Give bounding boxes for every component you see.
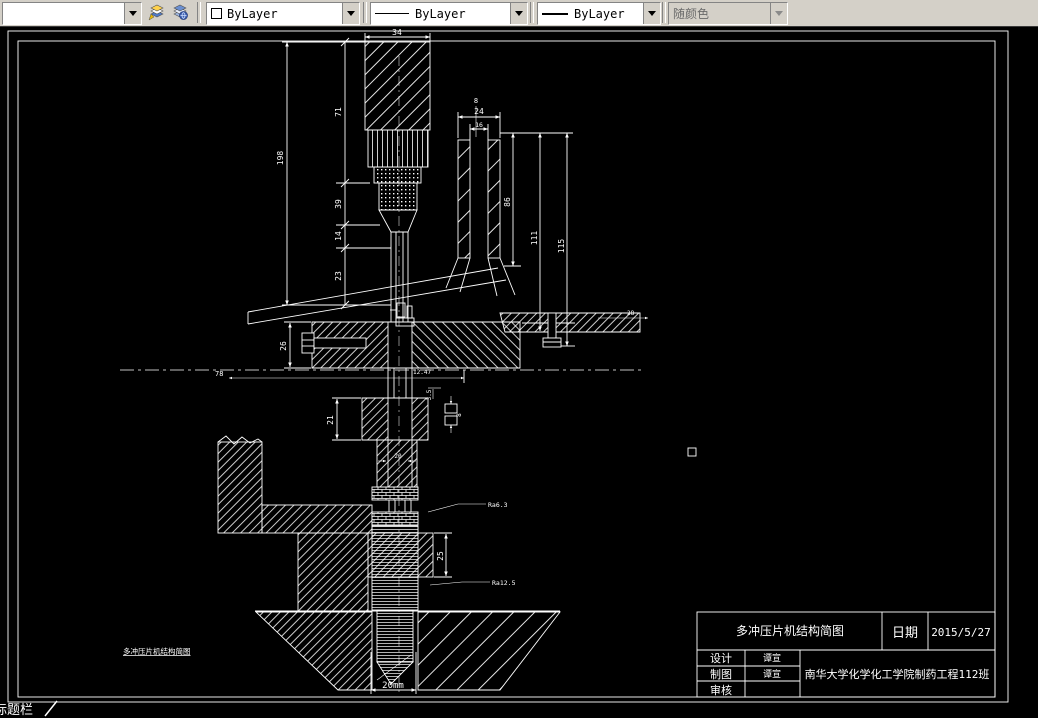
title-block-design-label: 设计 <box>710 652 732 665</box>
toolbar-separator <box>530 2 534 23</box>
layout-tab-slash <box>44 700 58 717</box>
lineweight-preview <box>542 12 568 15</box>
dim-label-8-small: 8 <box>456 413 463 417</box>
layer-dropdown-arrow[interactable] <box>124 3 141 24</box>
lineweight-dropdown[interactable]: ByLayer <box>537 2 661 25</box>
linetype-dropdown-arrow[interactable] <box>510 3 527 24</box>
toolbar-separator <box>197 2 201 23</box>
layer-states-button[interactable] <box>169 2 191 23</box>
chevron-down-icon <box>347 11 355 16</box>
dim-label-28: 28 <box>627 310 635 317</box>
dim-label-25: 25 <box>436 551 445 561</box>
plotstyle-dropdown-value: 随颜色 <box>669 3 770 24</box>
title-block-draft-value: 谭宣 <box>763 668 781 680</box>
dim-label-198: 198 <box>276 151 285 166</box>
flange-plate <box>499 312 648 348</box>
dim-label-20: 20 <box>394 453 402 460</box>
dim-label-16: 16 <box>475 121 483 129</box>
die-table-section <box>229 302 521 398</box>
chevron-down-icon <box>648 11 656 16</box>
plotstyle-dropdown: 随颜色 <box>668 2 788 25</box>
title-block-draft-label: 制图 <box>710 668 732 681</box>
title-block-date-label: 日期 <box>892 626 918 641</box>
color-dropdown-arrow[interactable] <box>342 3 359 24</box>
layer-dropdown[interactable] <box>2 2 142 25</box>
lineweight-dropdown-arrow[interactable] <box>643 3 660 24</box>
color-dropdown-value: ByLayer <box>227 6 278 21</box>
dim-label-111: 111 <box>530 231 539 246</box>
application-window: ByLayer ByLayer ByLayer 随颜色 34 71 198 39… <box>0 0 1038 718</box>
plotstyle-dropdown-arrow <box>770 3 787 24</box>
dim-label-8-top: 8 <box>474 97 478 105</box>
layer-dropdown-value <box>3 3 124 24</box>
title-block-title: 多冲压片机结构简图 <box>736 623 844 638</box>
pickbox-cursor[interactable] <box>687 447 697 457</box>
title-block-review-label: 审核 <box>710 683 732 697</box>
dim-label-24: 24 <box>474 107 484 116</box>
toolbar-separator <box>662 2 666 23</box>
chevron-down-icon <box>775 11 783 16</box>
toolbar-separator <box>363 2 367 23</box>
guide-tube-section <box>445 106 575 347</box>
title-block-date-value: 2015/5/27 <box>931 626 991 639</box>
chevron-down-icon <box>515 11 523 16</box>
linetype-dropdown[interactable]: ByLayer <box>370 2 528 25</box>
layer-states-icon <box>172 4 188 20</box>
dim-label-23: 23 <box>334 271 343 281</box>
dim-label-12-47: 12.47 <box>413 369 431 376</box>
dim-label-34: 34 <box>392 28 402 37</box>
dim-label-14: 14 <box>334 231 343 241</box>
dim-label-78: 78 <box>215 370 223 378</box>
cad-viewport[interactable]: 34 71 198 39 14 23 8 24 16 86 111 115 26… <box>0 0 1038 718</box>
dim-label-20mm: 20mm <box>382 681 404 691</box>
dim-label-3-5: 3.5 <box>426 389 433 400</box>
object-properties-toolbar: ByLayer ByLayer ByLayer 随颜色 <box>0 0 1038 27</box>
upper-punch-section <box>364 41 431 322</box>
make-layer-current-icon <box>148 4 164 21</box>
dim-label-21: 21 <box>326 415 335 425</box>
dim-label-26: 26 <box>279 341 288 351</box>
title-block-design-value: 谭宣 <box>763 652 781 664</box>
dim-label-39: 39 <box>334 199 343 209</box>
dim-label-86: 86 <box>503 197 512 207</box>
leader-label-1: Ra6.3 <box>488 501 508 509</box>
title-block-org: 南华大学化学化工学院制药工程112班 <box>805 667 990 681</box>
bylayer-color-swatch <box>211 8 222 19</box>
dim-label-71: 71 <box>334 107 343 117</box>
make-object-layer-current-button[interactable] <box>145 2 167 23</box>
lineweight-dropdown-value: ByLayer <box>574 6 625 21</box>
leader-label-2: Ra12.5 <box>492 579 516 587</box>
chevron-down-icon <box>129 11 137 16</box>
linetype-dropdown-value: ByLayer <box>415 6 466 21</box>
dim-label-115: 115 <box>557 239 566 254</box>
support-frame <box>217 435 373 613</box>
drawing-footnote: 多冲压片机结构简图 <box>123 646 191 656</box>
color-dropdown[interactable]: ByLayer <box>206 2 360 25</box>
layout-tab-partial[interactable]: 标题栏 <box>0 703 33 718</box>
linetype-preview <box>375 13 409 14</box>
